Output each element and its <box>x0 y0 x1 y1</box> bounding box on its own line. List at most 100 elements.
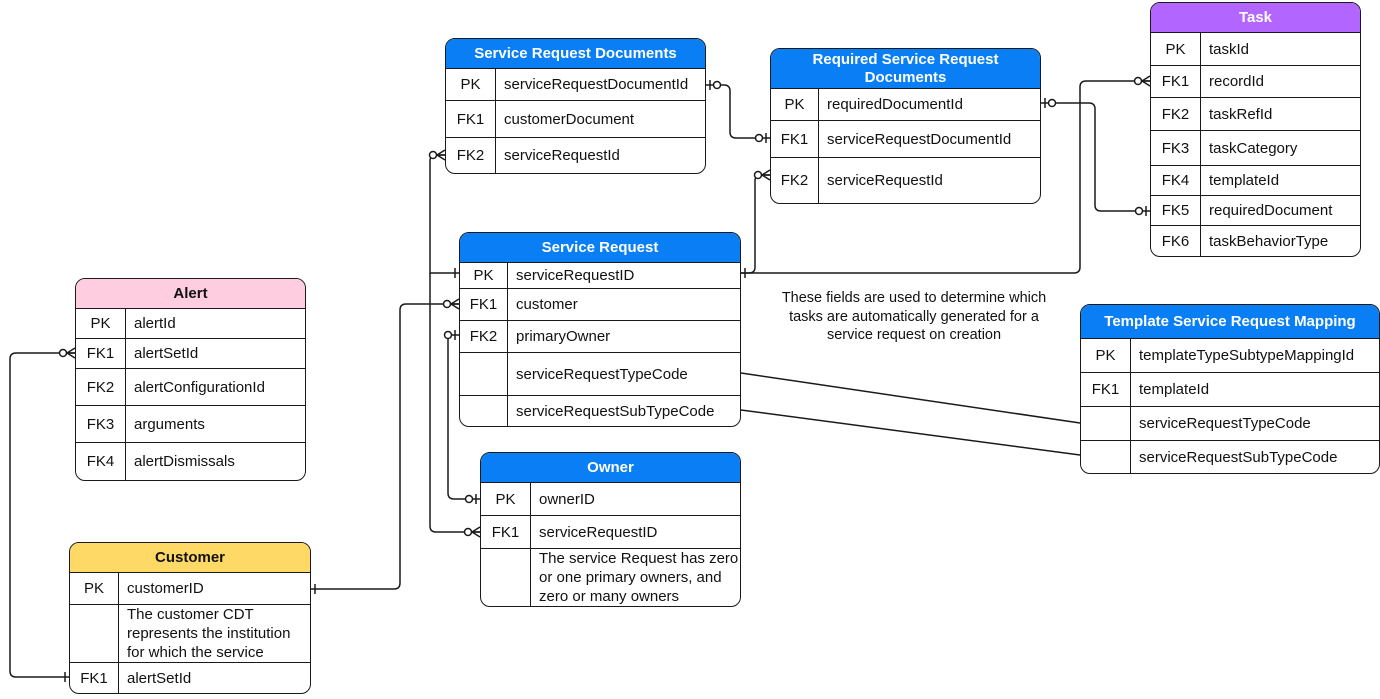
entity-title: Task <box>1151 3 1360 33</box>
alert-entity: Alert PK alertId FK1 alertSetId FK2 alertConfi… <box>75 278 306 481</box>
field-cell: serviceRequestID <box>539 523 658 541</box>
key-cell: FK4 <box>76 443 126 480</box>
key-cell: FK1 <box>460 289 508 320</box>
field-cell: taskCategory <box>1209 139 1298 157</box>
key-cell: FK1 <box>481 516 531 548</box>
many-marker <box>760 169 771 181</box>
field-cell: serviceRequestDocumentId <box>504 76 689 93</box>
key-cell: FK6 <box>1151 226 1201 256</box>
field-cell: alertConfigurationId <box>134 378 265 396</box>
many-marker <box>65 347 76 359</box>
entity-row: serviceRequestTypeCode <box>1081 407 1379 441</box>
field-cell: templateTypeSubtypeMappingId <box>1139 347 1355 364</box>
many-marker <box>470 526 481 538</box>
key-cell: FK3 <box>1151 131 1201 165</box>
field-cell: taskBehaviorType <box>1209 232 1329 250</box>
key-cell: FK1 <box>446 101 496 137</box>
key-cell: FK2 <box>76 369 126 405</box>
field-cell: serviceRequestDocumentId <box>827 130 1012 148</box>
zero-marker <box>1134 206 1144 216</box>
entity-title: Required Service Request Documents <box>771 49 1040 89</box>
service-request-documents-entity: Service Request Documents PK serviceReques… <box>445 38 706 174</box>
entity-row: The customer CDT represents the institut… <box>70 605 310 663</box>
entity-row: PK ownerID <box>481 483 740 516</box>
key-cell: FK2 <box>1151 98 1201 130</box>
field-cell: The service Request has zero or one prim… <box>539 550 739 605</box>
key-cell: PK <box>1151 33 1201 65</box>
key-cell <box>1081 441 1131 473</box>
field-cell: serviceRequestId <box>827 172 943 189</box>
entity-row: PK serviceRequestID <box>460 263 740 289</box>
key-cell: FK2 <box>771 158 819 203</box>
field-cell: taskId <box>1209 40 1250 58</box>
field-cell: recordId <box>1209 73 1265 90</box>
entity-row: FK1 customerDocument <box>446 101 705 138</box>
zero-marker <box>753 170 763 180</box>
entity-row: FK2 alertConfigurationId <box>76 369 305 406</box>
key-cell: FK1 <box>70 663 119 693</box>
entity-row: PK customerID <box>70 573 310 605</box>
entity-title: Template Service Request Mapping <box>1081 305 1379 339</box>
entity-row: serviceRequestTypeCode <box>460 353 740 396</box>
entity-row: FK1 serviceRequestDocumentId <box>771 121 1040 158</box>
field-cell: serviceRequestSubTypeCode <box>1139 448 1338 466</box>
field-cell: customerID <box>127 580 204 597</box>
key-cell: PK <box>481 483 531 515</box>
entity-row: The service Request has zero or one prim… <box>481 549 740 606</box>
key-cell: FK1 <box>771 121 819 157</box>
relationship-line <box>741 174 770 274</box>
zero-marker <box>712 80 722 90</box>
zero-marker <box>464 494 474 504</box>
field-cell: templateId <box>1209 172 1280 189</box>
field-cell: requiredDocumentId <box>827 96 963 113</box>
key-cell <box>481 549 531 606</box>
entity-row: PK templateTypeSubtypeMappingId <box>1081 339 1379 373</box>
field-cell: alertSetId <box>127 669 192 687</box>
key-cell: FK1 <box>1151 66 1201 97</box>
relationship-line <box>740 372 1081 424</box>
entity-row: PK taskId <box>1151 33 1360 66</box>
key-cell: FK2 <box>460 321 508 352</box>
entity-row: FK1 templateId <box>1081 373 1379 407</box>
field-cell: ownerID <box>539 490 595 508</box>
many-marker <box>449 298 460 310</box>
entity-row: FK4 templateId <box>1151 166 1360 196</box>
key-cell: FK5 <box>1151 196 1201 225</box>
field-cell: taskRefId <box>1209 105 1273 123</box>
entity-row: FK1 alertSetId <box>70 663 310 693</box>
entity-row: FK6 taskBehaviorType <box>1151 226 1360 256</box>
customer-entity: Customer PK customerID The customer CDT rep… <box>69 542 311 694</box>
entity-row: FK1 serviceRequestID <box>481 516 740 549</box>
key-cell: FK2 <box>446 138 496 173</box>
field-cell: customer <box>516 296 578 313</box>
key-cell: PK <box>460 263 508 288</box>
required-service-request-documents-entity: Required Service Request Documents PK requ… <box>770 48 1041 204</box>
entity-row: FK1 customer <box>460 289 740 321</box>
zero-marker <box>443 330 453 340</box>
key-cell <box>460 353 508 395</box>
zero-marker <box>428 150 438 160</box>
relationship-line <box>9 352 75 678</box>
key-cell: PK <box>70 573 119 604</box>
zero-marker <box>754 133 764 143</box>
annotation-note: These fields are used to determine which… <box>781 290 1047 343</box>
field-cell: templateId <box>1139 381 1210 398</box>
key-cell: PK <box>1081 339 1131 372</box>
field-cell: serviceRequestId <box>504 147 620 164</box>
zero-marker <box>1047 98 1057 108</box>
field-cell: arguments <box>134 415 205 433</box>
key-cell <box>460 396 508 426</box>
key-cell: FK4 <box>1151 166 1201 195</box>
template-service-request-mapping-entity: Template Service Request Mapping PK templa… <box>1080 304 1380 474</box>
relationship-line <box>740 409 1081 456</box>
many-marker <box>1140 75 1151 87</box>
owner-entity: Owner PK ownerID FK1 serviceRequestID The ser… <box>480 452 741 607</box>
service-request-entity: Service Request PK serviceRequestID FK1 cust… <box>459 232 741 427</box>
entity-row: PK serviceRequestDocumentId <box>446 69 705 101</box>
key-cell: PK <box>76 309 126 338</box>
entity-row: FK2 taskRefId <box>1151 98 1360 131</box>
entity-title: Alert <box>76 279 305 309</box>
entity-row: PK requiredDocumentId <box>771 89 1040 121</box>
entity-row: FK2 serviceRequestId <box>771 158 1040 203</box>
field-cell: The customer CDT represents the institut… <box>127 606 291 661</box>
